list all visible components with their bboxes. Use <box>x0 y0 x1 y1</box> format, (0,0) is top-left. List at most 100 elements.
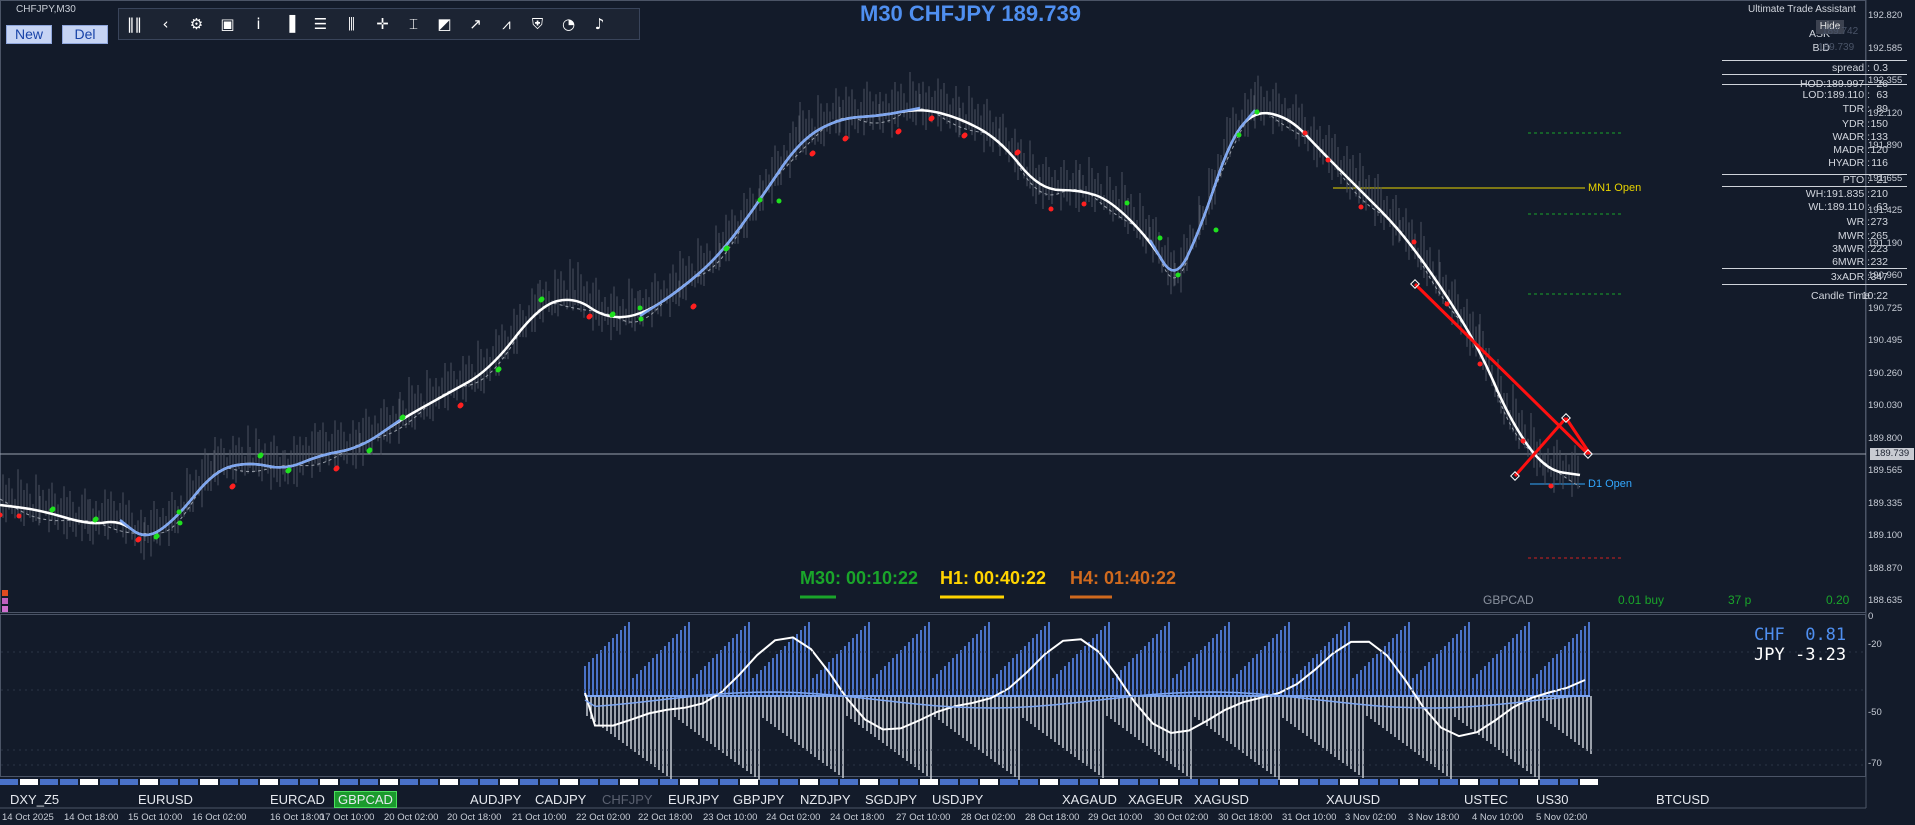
assistant-title: Ultimate Trade Assistant <box>1748 4 1856 15</box>
chf-strength: CHF 0.81 <box>1754 625 1847 645</box>
assistant-row-key: WH:191.835 : <box>1805 188 1870 200</box>
symbol-tab[interactable]: AUDJPY <box>470 792 521 807</box>
eraser-icon[interactable]: ◩ <box>429 9 460 39</box>
assistant-row: WH:191.835 :210 <box>1718 188 1908 201</box>
indicator-tick: -70 <box>1868 758 1882 769</box>
symbol-tab[interactable]: USTEC <box>1464 792 1508 807</box>
symbol-tab[interactable]: NZDJPY <box>800 792 851 807</box>
price-chart[interactable] <box>0 0 1915 825</box>
symbol-tab[interactable]: XAUUSD <box>1326 792 1380 807</box>
session-strip-segment <box>480 779 498 785</box>
assistant-row-key: 6MWR : <box>1832 256 1870 268</box>
symbol-tab[interactable]: XAGEUR <box>1128 792 1183 807</box>
session-strip-segment <box>760 779 778 785</box>
session-strip-segment <box>60 779 78 785</box>
symbol-tab[interactable]: SGDJPY <box>865 792 917 807</box>
del-button[interactable]: Del <box>62 25 108 44</box>
panel-separator <box>1722 268 1907 269</box>
symbol-tab[interactable]: XAGAUD <box>1062 792 1117 807</box>
price-tick: 189.100 <box>1868 530 1903 541</box>
signal-dot <box>1548 483 1554 489</box>
gear-icon[interactable]: ⚙ <box>181 9 212 39</box>
symbol-tab[interactable]: CHFJPY <box>602 792 653 807</box>
assistant-row-key: PTO : <box>1842 174 1870 186</box>
signal-dot <box>1124 200 1130 206</box>
new-button[interactable]: New <box>6 25 52 44</box>
price-tick: 189.565 <box>1868 465 1903 476</box>
signal-dot <box>177 520 183 526</box>
price-tick: 190.030 <box>1868 400 1903 411</box>
trend-icon[interactable]: ↗ <box>460 9 491 39</box>
chart-toolbar: ‖‖ ‹ ⚙ ▣ i ▐ ☰ ⫼ ✛ ⌶ ◩ ↗ ⩘ ⛨ ◔ ♪ <box>118 8 640 40</box>
session-strip-segment <box>1100 779 1118 785</box>
pie-icon[interactable]: ◔ <box>553 9 584 39</box>
signal-dot <box>176 509 182 515</box>
symbol-tab[interactable]: EURCAD <box>270 792 325 807</box>
crosshair-icon[interactable]: ✛ <box>367 9 398 39</box>
time-tick: 14 Oct 2025 <box>2 812 54 823</box>
symbol-tab[interactable]: GBPJPY <box>733 792 784 807</box>
assistant-row: WR :273 <box>1718 216 1908 229</box>
fibo-icon[interactable]: ⌶ <box>398 9 429 39</box>
session-strip-segment <box>1360 779 1378 785</box>
signal-dot <box>495 367 501 373</box>
price-tick: 190.495 <box>1868 335 1903 346</box>
session-strip-segment <box>1380 779 1398 785</box>
time-tick: 20 Oct 02:00 <box>384 812 439 823</box>
session-strip-segment <box>980 779 998 785</box>
signal-dot <box>1213 227 1219 233</box>
session-strip-segment <box>440 779 458 785</box>
time-tick: 30 Oct 18:00 <box>1218 812 1273 823</box>
symbol-tab[interactable]: EURUSD <box>138 792 193 807</box>
session-strip-segment <box>900 779 918 785</box>
info-icon[interactable]: i <box>243 9 274 39</box>
price-tick: 188.635 <box>1868 595 1903 606</box>
symbol-tab[interactable]: EURJPY <box>668 792 719 807</box>
indicator-tick: -50 <box>1868 707 1882 718</box>
list-icon[interactable]: ☰ <box>305 9 336 39</box>
session-strip-segment <box>640 779 658 785</box>
assistant-row: Candle Time 10:22 <box>1718 290 1908 303</box>
session-strip-segment <box>1000 779 1018 785</box>
time-tick: 27 Oct 10:00 <box>896 812 951 823</box>
session-strip-segment <box>720 779 738 785</box>
time-tick: 16 Oct 02:00 <box>192 812 247 823</box>
price-tick: 192.820 <box>1868 10 1903 21</box>
assistant-row-value: 10:22 <box>1861 290 1888 302</box>
session-strip-segment <box>340 779 358 785</box>
time-tick: 24 Oct 02:00 <box>766 812 821 823</box>
session-strip-segment <box>920 779 938 785</box>
assistant-row-key: MADR : <box>1833 144 1870 156</box>
session-strip-segment <box>1120 779 1138 785</box>
price-tick: 188.870 <box>1868 562 1903 574</box>
symbol-tab[interactable]: XAGUSD <box>1194 792 1249 807</box>
time-tick: 22 Oct 18:00 <box>638 812 693 823</box>
time-tick: 16 Oct 18:00 <box>270 812 325 823</box>
bell-icon[interactable]: ♪ <box>584 9 615 39</box>
assistant-row-value: 210 <box>1870 188 1888 200</box>
zigzag-icon[interactable]: ⩘ <box>491 9 522 39</box>
session-strip-segment <box>0 779 18 785</box>
chevron-left-icon[interactable]: ‹ <box>150 9 181 39</box>
session-strip-segment <box>1480 779 1498 785</box>
session-strip-segment <box>1220 779 1238 785</box>
signal-dot <box>1358 204 1364 210</box>
assistant-row: HYADR :116 <box>1718 157 1908 170</box>
shield-icon[interactable]: ⛨ <box>522 9 553 39</box>
trade-pips: 37 p <box>1728 593 1752 607</box>
session-strip-segment <box>1180 779 1198 785</box>
symbol-tab[interactable]: BTCUSD <box>1656 792 1709 807</box>
symbol-tab[interactable]: GBPCAD <box>334 791 397 808</box>
symbol-tab[interactable]: USDJPY <box>932 792 983 807</box>
symbol-tab[interactable]: CADJPY <box>535 792 586 807</box>
candle-settings-icon[interactable]: ⫼ <box>336 9 367 39</box>
bar-chart-icon[interactable]: ▐ <box>274 9 305 39</box>
symbol-tab[interactable]: DXY_Z5 <box>10 792 59 807</box>
panel-separator <box>1722 60 1907 61</box>
session-strip-segment <box>1520 779 1538 785</box>
camera-icon[interactable]: ▣ <box>212 9 243 39</box>
pane-marker <box>2 590 8 596</box>
symbol-tab[interactable]: US30 <box>1536 792 1569 807</box>
grip-icon[interactable]: ‖‖ <box>119 9 150 39</box>
session-strip-segment <box>320 779 338 785</box>
